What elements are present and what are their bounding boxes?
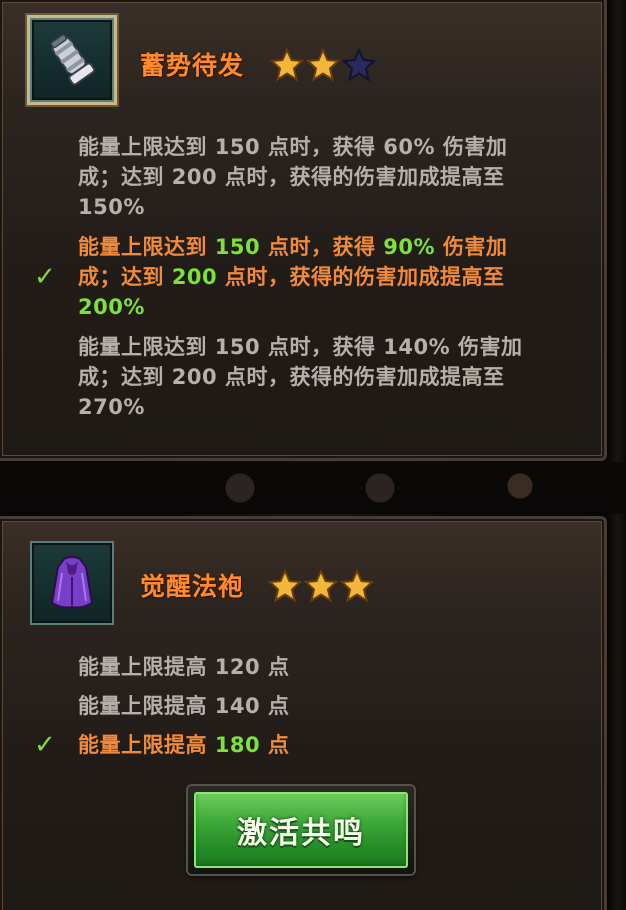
star-filled-icon	[340, 569, 374, 603]
background-decoration	[0, 462, 626, 514]
tier-2: 能量上限提高 140 点	[78, 694, 290, 718]
resonance-card-1: 蓄势待发 能量上限达到 150 点时，获得 60% 伤害加 成；达到 200 点…	[0, 0, 607, 461]
resonance-title: 蓄势待发	[140, 51, 245, 80]
tier-text: 能量上限达到 150 点时，获得 60% 伤害加	[78, 135, 508, 159]
robe-item-slot[interactable]	[30, 541, 114, 625]
activate-resonance-button-face[interactable]: 激活共鸣	[194, 792, 408, 868]
tier-1: 能量上限达到 150 点时，获得 60% 伤害加 成；达到 200 点时，获得的…	[78, 132, 578, 222]
tier-text: 成；达到 200 点时，获得的伤害加成提高至	[78, 165, 505, 189]
resonance-title: 觉醒法袍	[140, 572, 245, 601]
tier-text: 270%	[78, 395, 145, 419]
star-rating	[270, 48, 376, 82]
tier-3: 能量上限达到 150 点时，获得 140% 伤害加 成；达到 200 点时，获得…	[78, 332, 578, 422]
right-scroll-rail	[608, 0, 626, 910]
tier-3-active: 能量上限提高 180 点	[78, 733, 290, 757]
activate-resonance-label: 激活共鸣	[237, 816, 365, 851]
star-filled-icon	[304, 569, 338, 603]
star-empty-icon	[342, 48, 376, 82]
tier-text: 能量上限达到 150 点时，获得 140% 伤害加	[78, 335, 523, 359]
tier-text: 150%	[78, 195, 145, 219]
star-filled-icon	[306, 48, 340, 82]
star-filled-icon	[270, 48, 304, 82]
star-filled-icon	[268, 569, 302, 603]
checkmark-icon: ✓	[34, 262, 56, 292]
gauntlet-item-slot[interactable]	[30, 18, 114, 102]
checkmark-icon: ✓	[34, 730, 56, 760]
star-rating	[268, 569, 374, 603]
tier-2-active: 能量上限达到 150 点时，获得 90% 伤害加 成；达到 200 点时，获得的…	[78, 232, 578, 322]
robe-icon	[50, 556, 94, 609]
tier-text: 成；达到 200 点时，获得的伤害加成提高至	[78, 365, 505, 389]
tier-1: 能量上限提高 120 点	[78, 655, 290, 679]
resonance-screen: 蓄势待发 能量上限达到 150 点时，获得 60% 伤害加 成；达到 200 点…	[0, 0, 626, 910]
tier-text: 能量上限达到 150 点时，获得 90% 伤害加	[78, 235, 508, 259]
tier-text: 成；达到 200 点时，获得的伤害加成提高至	[78, 265, 505, 289]
tier-text: 200%	[78, 295, 145, 319]
activate-resonance-button[interactable]: 激活共鸣	[188, 786, 414, 874]
gauntlet-icon	[50, 34, 96, 86]
